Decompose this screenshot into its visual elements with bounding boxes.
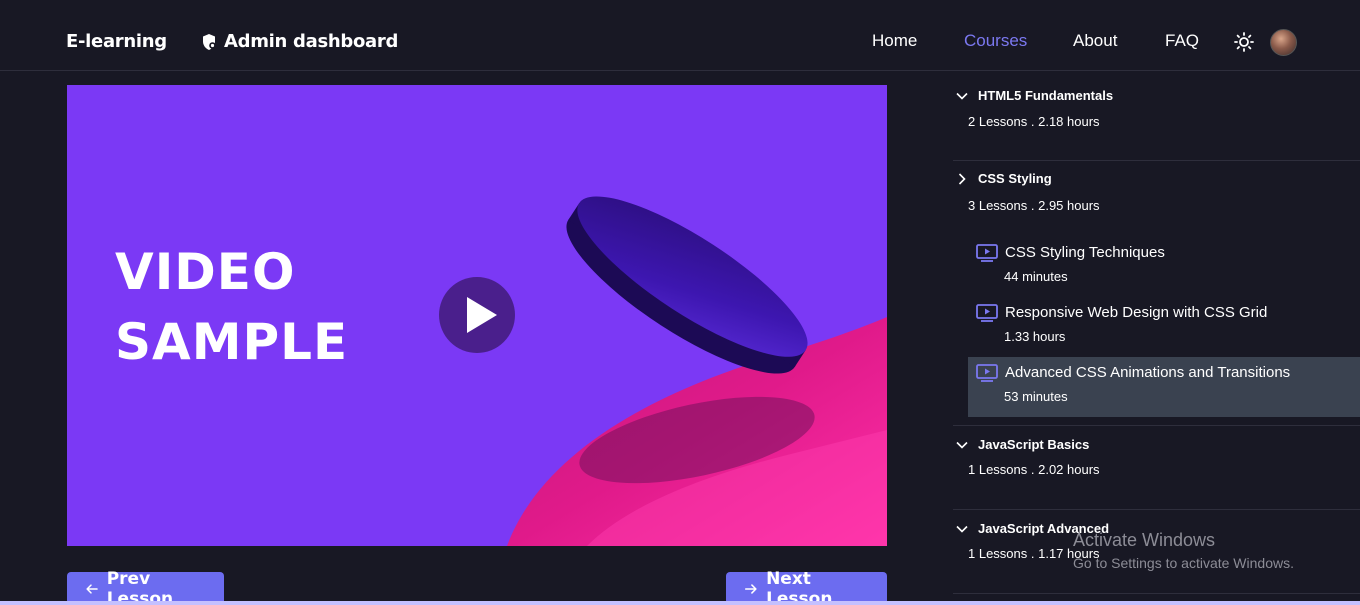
section-header[interactable]: HTML5 Fundamentals: [955, 88, 1113, 103]
lesson-item-active[interactable]: Advanced CSS Animations and Transitions …: [968, 357, 1360, 417]
chevron-down-icon: [956, 525, 968, 533]
user-avatar[interactable]: [1270, 29, 1297, 56]
shield-icon: [203, 33, 216, 50]
video-lesson-icon: [976, 364, 998, 382]
chevron-right-icon: [958, 172, 966, 185]
watermark-title: Activate Windows: [1073, 530, 1216, 550]
nav-home[interactable]: Home: [872, 31, 917, 51]
video-title-line1: VIDEO: [115, 243, 296, 301]
admin-dashboard-link[interactable]: Admin dashboard: [200, 31, 398, 52]
lesson-duration: 44 minutes: [1004, 269, 1068, 284]
section-title: HTML5 Fundamentals: [978, 88, 1114, 103]
chevron-down-icon: [956, 92, 968, 100]
lesson-item[interactable]: Responsive Web Design with CSS Grid 1.33…: [968, 297, 1360, 357]
section-header[interactable]: JavaScript Basics: [955, 437, 1089, 452]
video-player[interactable]: VIDEO SAMPLE: [67, 85, 887, 546]
chevron-down-icon: [956, 441, 968, 449]
arrow-right-icon: [744, 583, 757, 594]
bottom-strip: [0, 601, 1360, 605]
section-html5: HTML5 Fundamentals 2 Lessons . 2.18 hour…: [953, 71, 1360, 161]
video-lesson-icon: [976, 304, 998, 322]
top-navbar: E-learning Admin dashboard Home Courses …: [0, 0, 1360, 71]
watermark-subtitle: Go to Settings to activate Windows.: [1073, 555, 1294, 571]
lesson-item[interactable]: CSS Styling Techniques 44 minutes: [968, 237, 1360, 297]
section-meta: 3 Lessons . 2.95 hours: [968, 198, 1100, 213]
section-header[interactable]: CSS Styling: [955, 171, 1052, 186]
nav-courses[interactable]: Courses: [964, 31, 1027, 51]
windows-activation-watermark: Activate Windows Go to Settings to activ…: [1073, 530, 1294, 571]
lesson-title: Advanced CSS Animations and Transitions: [1005, 364, 1291, 381]
section-meta: 1 Lessons . 2.02 hours: [968, 462, 1100, 477]
sun-icon[interactable]: [1234, 32, 1254, 52]
video-lesson-icon: [976, 244, 998, 262]
admin-dashboard-label: Admin dashboard: [224, 31, 399, 52]
section-css: CSS Styling 3 Lessons . 2.95 hours CSS S…: [953, 161, 1360, 426]
section-title: JavaScript Basics: [978, 437, 1090, 452]
lesson-title: Responsive Web Design with CSS Grid: [1005, 304, 1268, 321]
lesson-title: CSS Styling Techniques: [1005, 244, 1165, 261]
video-title-line2: SAMPLE: [115, 313, 349, 371]
play-button[interactable]: [439, 277, 515, 353]
next-lesson-label: Next Lesson: [766, 568, 833, 605]
arrow-left-icon: [86, 583, 98, 594]
lesson-duration: 53 minutes: [1004, 389, 1068, 404]
brand-logo[interactable]: E-learning: [66, 31, 167, 52]
prev-lesson-label: Prev Lesson: [106, 568, 174, 605]
section-meta: 2 Lessons . 2.18 hours: [968, 114, 1100, 129]
nav-faq[interactable]: FAQ: [1165, 31, 1199, 51]
section-js-basics: JavaScript Basics 1 Lessons . 2.02 hours: [953, 426, 1360, 510]
video-title: VIDEO SAMPLE: [115, 237, 348, 377]
lesson-duration: 1.33 hours: [1004, 329, 1066, 344]
nav-about[interactable]: About: [1073, 31, 1117, 51]
section-title: CSS Styling: [978, 171, 1052, 186]
